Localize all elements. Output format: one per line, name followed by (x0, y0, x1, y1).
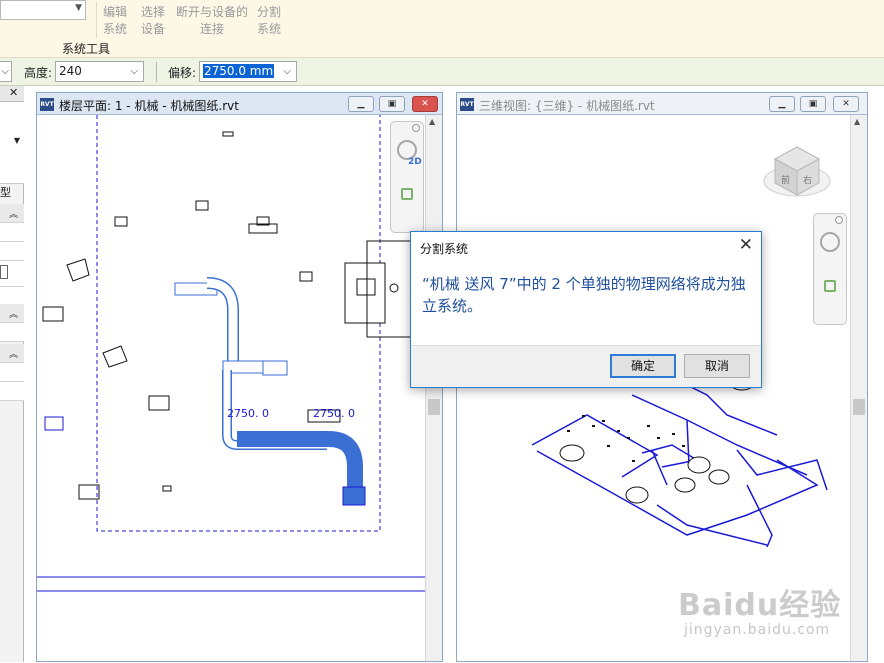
3d-view-title: 三维视图: {三维} - 机械图纸.rvt (479, 99, 655, 113)
minimize-button[interactable]: ▁ (348, 96, 374, 112)
floor-plan-canvas[interactable]: 2750. 0 2750. 0 (37, 115, 425, 663)
properties-header: ✕ (0, 86, 24, 102)
connector-symbol (389, 283, 399, 293)
options-dropdown-left[interactable]: ⌵ (0, 61, 12, 82)
dialog-footer: 确定 取消 (411, 345, 761, 387)
collapse-icon: ︽ (8, 350, 18, 360)
twod-label: 2D (408, 157, 422, 167)
offset-dropdown[interactable]: 2750.0 mm ⌵ (199, 61, 297, 82)
color-swatch (0, 265, 8, 279)
chevron-down-icon: ▼ (75, 3, 82, 13)
dialog-title: 分割系统 (420, 242, 469, 256)
list-item (0, 363, 24, 382)
close-icon[interactable] (412, 124, 420, 132)
close-button[interactable]: ✕ (833, 96, 859, 112)
diffuser-symbol[interactable] (42, 306, 64, 322)
equipment-symbol[interactable] (162, 485, 172, 492)
options-bar: ⌵ 高度: 240 ⌵ 偏移: 2750.0 mm ⌵ (0, 58, 884, 86)
section-header[interactable]: ︽ (0, 304, 24, 323)
height-value: 240 (59, 64, 82, 78)
divide-system-dialog[interactable]: 分割系统 ✕ “机械 送风 7”中的 2 个单独的物理网络将成为独立系统。 确定… (410, 231, 762, 388)
close-button[interactable]: ✕ (412, 96, 438, 112)
minimize-button[interactable]: ▁ (769, 96, 795, 112)
fitting-symbol (102, 345, 128, 368)
type-selector[interactable]: ▼ (0, 102, 24, 184)
collapse-icon: ︽ (8, 310, 18, 320)
floor-plan-title-bar[interactable]: RVT 楼层平面: 1 - 机械 - 机械图纸.rvt ▁ ▣ ✕ (37, 93, 442, 115)
dimension-label-2: 2750. 0 (313, 407, 355, 420)
rvt-file-icon: RVT (40, 98, 54, 111)
floor-plan-title: 楼层平面: 1 - 机械 - 机械图纸.rvt (59, 99, 239, 113)
dimension-label-1: 2750. 0 (227, 407, 269, 420)
viewcube-front-label: 前 (781, 174, 790, 186)
watermark-logo: Baidu经验 (678, 588, 842, 623)
close-icon[interactable]: ✕ (9, 86, 18, 99)
3d-view-title-bar[interactable]: RVT 三维视图: {三维} - 机械图纸.rvt ▁ ▣ ✕ (457, 93, 867, 115)
scroll-up-icon[interactable]: ▲ (854, 117, 860, 126)
type-label: 型 (0, 186, 11, 199)
watermark-url: jingyan.baidu.com (684, 622, 831, 638)
options-separator (156, 62, 157, 82)
scrollbar-thumb[interactable] (853, 399, 865, 415)
properties-panel: ✕ ▼ 型 ︽ ︽ ︽ (0, 86, 24, 662)
equipment-symbol[interactable] (222, 131, 234, 137)
divide-system-label-2: 系统 (256, 22, 281, 36)
diffuser-symbol[interactable] (299, 271, 313, 282)
air-handling-unit-part (356, 278, 376, 296)
floor-plan-view-window[interactable]: RVT 楼层平面: 1 - 机械 - 机械图纸.rvt ▁ ▣ ✕ 2750. … (36, 92, 443, 662)
baidu-watermark: Baidu经验 jingyan.baidu.com (676, 580, 856, 640)
diffuser-symbol[interactable] (44, 416, 64, 431)
scroll-up-icon[interactable]: ▲ (429, 117, 435, 126)
chevron-down-icon: ⌵ (283, 66, 291, 77)
chevron-down-icon: ⌵ (130, 66, 138, 77)
rvt-file-icon: RVT (460, 98, 474, 111)
zoom-icon[interactable] (824, 280, 836, 292)
dialog-message: “机械 送风 7”中的 2 个单独的物理网络将成为独立系统。 (422, 275, 746, 315)
3d-fittings (567, 415, 685, 462)
list-item (0, 242, 24, 261)
scrollbar-thumb[interactable] (428, 399, 440, 415)
diffuser-symbol[interactable] (148, 395, 170, 411)
offset-label: 偏移: (168, 66, 197, 80)
chevron-down-icon: ⌵ (1, 66, 9, 77)
list-item (0, 261, 24, 287)
collapse-icon: ︽ (8, 210, 18, 220)
height-dropdown[interactable]: 240 ⌵ (55, 61, 144, 82)
close-icon[interactable]: ✕ (739, 235, 753, 255)
3d-navigation-bar[interactable] (813, 213, 847, 325)
duct-run[interactable] (174, 277, 366, 506)
list-item (0, 223, 24, 242)
chevron-down-icon: ▼ (13, 136, 20, 145)
height-label: 高度: (24, 66, 53, 80)
zoom-icon[interactable] (401, 188, 413, 200)
diffuser-symbol[interactable] (78, 484, 100, 500)
fitting-symbol (66, 258, 90, 282)
list-item (0, 323, 24, 342)
viewcube-right-label: 右 (803, 174, 812, 186)
cancel-button[interactable]: 取消 (684, 354, 750, 378)
restore-button[interactable]: ▣ (800, 96, 826, 112)
section-header[interactable]: ︽ (0, 344, 24, 363)
list-item (0, 382, 24, 401)
restore-button[interactable]: ▣ (379, 96, 405, 112)
divide-system-button[interactable]: 分割 系统 (239, 4, 299, 38)
ok-button[interactable]: 确定 (610, 354, 676, 378)
ribbon-dropdown[interactable]: ▼ (0, 0, 86, 20)
close-icon[interactable] (835, 216, 843, 224)
offset-value[interactable]: 2750.0 mm (203, 64, 275, 78)
system-tools-panel-label: 系统工具 (62, 42, 111, 56)
divide-system-label-1: 分割 (256, 5, 281, 19)
diffuser-symbol[interactable] (114, 216, 128, 227)
ribbon: ▼ 编辑 系统 选择 设备 断开与设备的 连接 分割 系统 系统工具 (0, 0, 884, 58)
steering-wheel-icon[interactable] (820, 232, 840, 252)
plan-navigation-bar[interactable]: 2D (390, 121, 424, 233)
section-header[interactable]: ︽ (0, 204, 24, 223)
diffuser-symbol[interactable] (195, 200, 209, 211)
plan-vertical-scrollbar[interactable]: ▲ (425, 115, 442, 661)
